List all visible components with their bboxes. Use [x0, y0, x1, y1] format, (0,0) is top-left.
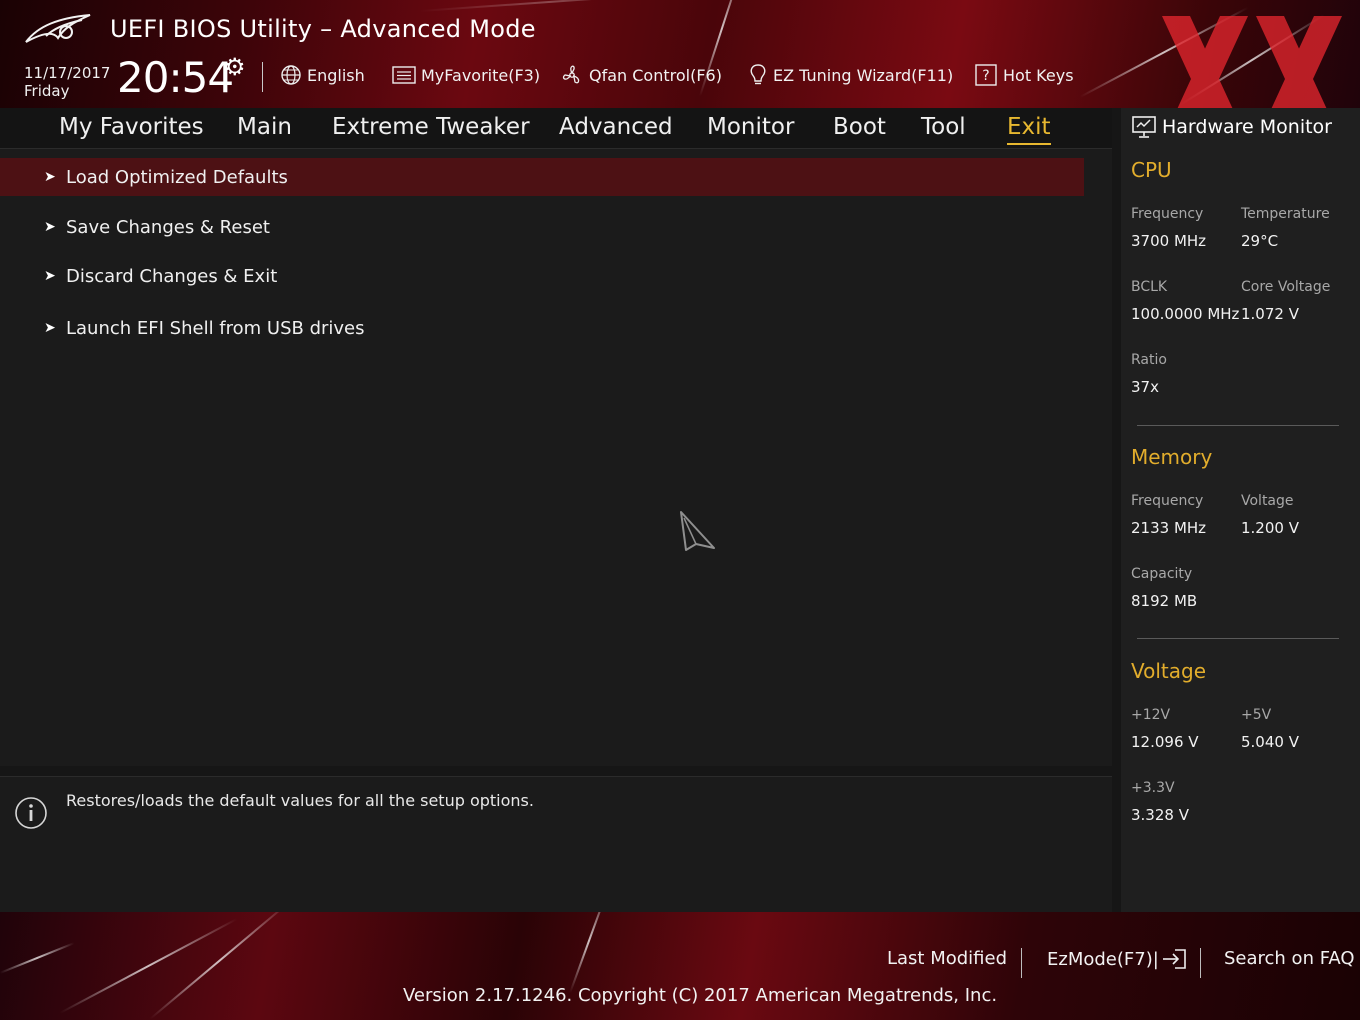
header-bar: UEFI BIOS Utility – Advanced Mode 11/17/… — [0, 0, 1360, 108]
mouse-cursor-icon — [680, 511, 715, 551]
menu-item-save-changes-reset[interactable]: ➤ Save Changes & Reset — [0, 208, 1084, 246]
exit-menu-panel: ➤ Load Optimized Defaults ➤ Save Changes… — [0, 149, 1112, 766]
menu-item-label: Load Optimized Defaults — [66, 166, 288, 188]
keyboard-list-icon — [392, 65, 416, 85]
qfan-button[interactable]: Qfan Control(F6) — [560, 62, 722, 88]
hardware-monitor-panel: Hardware Monitor CPU Frequency Temperatu… — [1121, 108, 1360, 912]
info-icon — [15, 797, 47, 829]
menu-item-discard-changes-exit[interactable]: ➤ Discard Changes & Exit — [0, 257, 1084, 295]
myfavorite-label: MyFavorite(F3) — [421, 65, 541, 85]
tab-main[interactable]: Main — [237, 111, 292, 143]
decor-streak — [0, 942, 75, 974]
v5-value: 5.040 V — [1241, 733, 1299, 751]
svg-text:?: ? — [982, 68, 989, 84]
last-modified-button[interactable]: Last Modified — [887, 948, 1007, 969]
clock-display: 20:54 — [117, 53, 234, 102]
tab-tool[interactable]: Tool — [921, 111, 966, 143]
date-display: 11/17/2017 — [24, 64, 111, 82]
core-voltage-value: 1.072 V — [1241, 305, 1299, 323]
gear-icon[interactable]: ⚙ — [224, 54, 246, 80]
cpu-frequency-label: Frequency — [1131, 206, 1204, 222]
rog-logo-icon — [25, 14, 91, 43]
tab-exit[interactable]: Exit — [1007, 111, 1051, 145]
section-divider — [1137, 638, 1339, 639]
v5-label: +5V — [1241, 707, 1272, 723]
cpu-temperature-label: Temperature — [1241, 206, 1330, 222]
memory-frequency-value: 2133 MHz — [1131, 519, 1207, 537]
chevron-right-icon: ➤ — [44, 320, 56, 336]
question-box-icon: ? — [974, 63, 998, 87]
app-title: UEFI BIOS Utility – Advanced Mode — [110, 15, 536, 43]
voltage-section-title: Voltage — [1131, 659, 1207, 683]
header-divider — [262, 62, 263, 92]
tab-monitor[interactable]: Monitor — [707, 111, 794, 143]
menu-item-label: Discard Changes & Exit — [66, 265, 278, 287]
v33-value: 3.328 V — [1131, 806, 1189, 824]
cpu-frequency-value: 3700 MHz — [1131, 232, 1207, 250]
core-voltage-label: Core Voltage — [1241, 279, 1331, 295]
menu-item-label: Launch EFI Shell from USB drives — [66, 317, 365, 339]
hot-keys-button[interactable]: ? Hot Keys — [974, 62, 1074, 88]
v12-label: +12V — [1131, 707, 1171, 723]
footer-bar: Last Modified EzMode(F7)| Search on FAQ … — [0, 912, 1360, 1020]
tab-my-favorites[interactable]: My Favorites — [59, 111, 204, 143]
cpu-temperature-value: 29°C — [1241, 232, 1279, 250]
search-faq-button[interactable]: Search on FAQ — [1224, 948, 1355, 969]
ratio-label: Ratio — [1131, 352, 1167, 368]
globe-icon — [280, 64, 302, 86]
help-panel: Restores/loads the default values for al… — [0, 776, 1112, 913]
memory-capacity-value: 8192 MB — [1131, 592, 1198, 610]
bclk-label: BCLK — [1131, 279, 1168, 295]
v33-label: +3.3V — [1131, 780, 1175, 796]
fan-icon — [560, 63, 584, 87]
ezmode-label: EzMode(F7)| — [1047, 948, 1159, 970]
tab-extreme-tweaker[interactable]: Extreme Tweaker — [332, 111, 530, 143]
lightbulb-icon — [748, 63, 768, 87]
memory-voltage-value: 1.200 V — [1241, 519, 1299, 537]
ratio-value: 37x — [1131, 378, 1159, 396]
chevron-right-icon: ➤ — [44, 169, 56, 185]
language-label: English — [307, 65, 365, 85]
ez-tuning-label: EZ Tuning Wizard(F11) — [773, 65, 954, 85]
chevron-right-icon: ➤ — [44, 219, 56, 235]
decor-streak — [1079, 6, 1249, 98]
footer-divider — [1021, 948, 1022, 978]
chevron-right-icon: ➤ — [44, 268, 56, 284]
menu-item-load-optimized-defaults[interactable]: ➤ Load Optimized Defaults — [0, 158, 1084, 196]
myfavorite-button[interactable]: MyFavorite(F3) — [392, 62, 540, 88]
menu-item-label: Save Changes & Reset — [66, 216, 270, 238]
memory-voltage-label: Voltage — [1241, 493, 1294, 509]
tab-boot[interactable]: Boot — [833, 111, 886, 143]
ezmode-button[interactable]: EzMode(F7)| — [1047, 948, 1187, 970]
hardware-monitor-header: Hardware Monitor — [1131, 112, 1332, 142]
footer-divider — [1200, 948, 1201, 978]
section-divider — [1137, 425, 1339, 426]
menu-item-launch-efi-shell[interactable]: ➤ Launch EFI Shell from USB drives — [0, 309, 1084, 347]
monitor-icon — [1131, 115, 1157, 139]
tab-advanced[interactable]: Advanced — [559, 111, 673, 143]
help-description: Restores/loads the default values for al… — [66, 791, 534, 810]
decor-streak — [1179, 14, 1325, 106]
memory-section-title: Memory — [1131, 445, 1213, 469]
day-display: Friday — [24, 82, 70, 100]
qfan-label: Qfan Control(F6) — [589, 65, 722, 85]
memory-capacity-label: Capacity — [1131, 566, 1193, 582]
ez-tuning-button[interactable]: EZ Tuning Wizard(F11) — [748, 62, 953, 88]
memory-frequency-label: Frequency — [1131, 493, 1204, 509]
decor-streak — [419, 0, 680, 12]
main-tab-bar: My Favorites Main Extreme Tweaker Advanc… — [0, 108, 1112, 149]
bclk-value: 100.0000 MHz — [1131, 305, 1240, 323]
language-button[interactable]: English — [280, 62, 365, 88]
cpu-section-title: CPU — [1131, 158, 1172, 182]
v12-value: 12.096 V — [1131, 733, 1199, 751]
hot-keys-label: Hot Keys — [1003, 65, 1074, 85]
version-copyright: Version 2.17.1246. Copyright (C) 2017 Am… — [403, 985, 998, 1006]
exit-arrow-icon — [1161, 948, 1187, 970]
hardware-monitor-title: Hardware Monitor — [1162, 116, 1332, 138]
decor-streak — [569, 912, 609, 994]
